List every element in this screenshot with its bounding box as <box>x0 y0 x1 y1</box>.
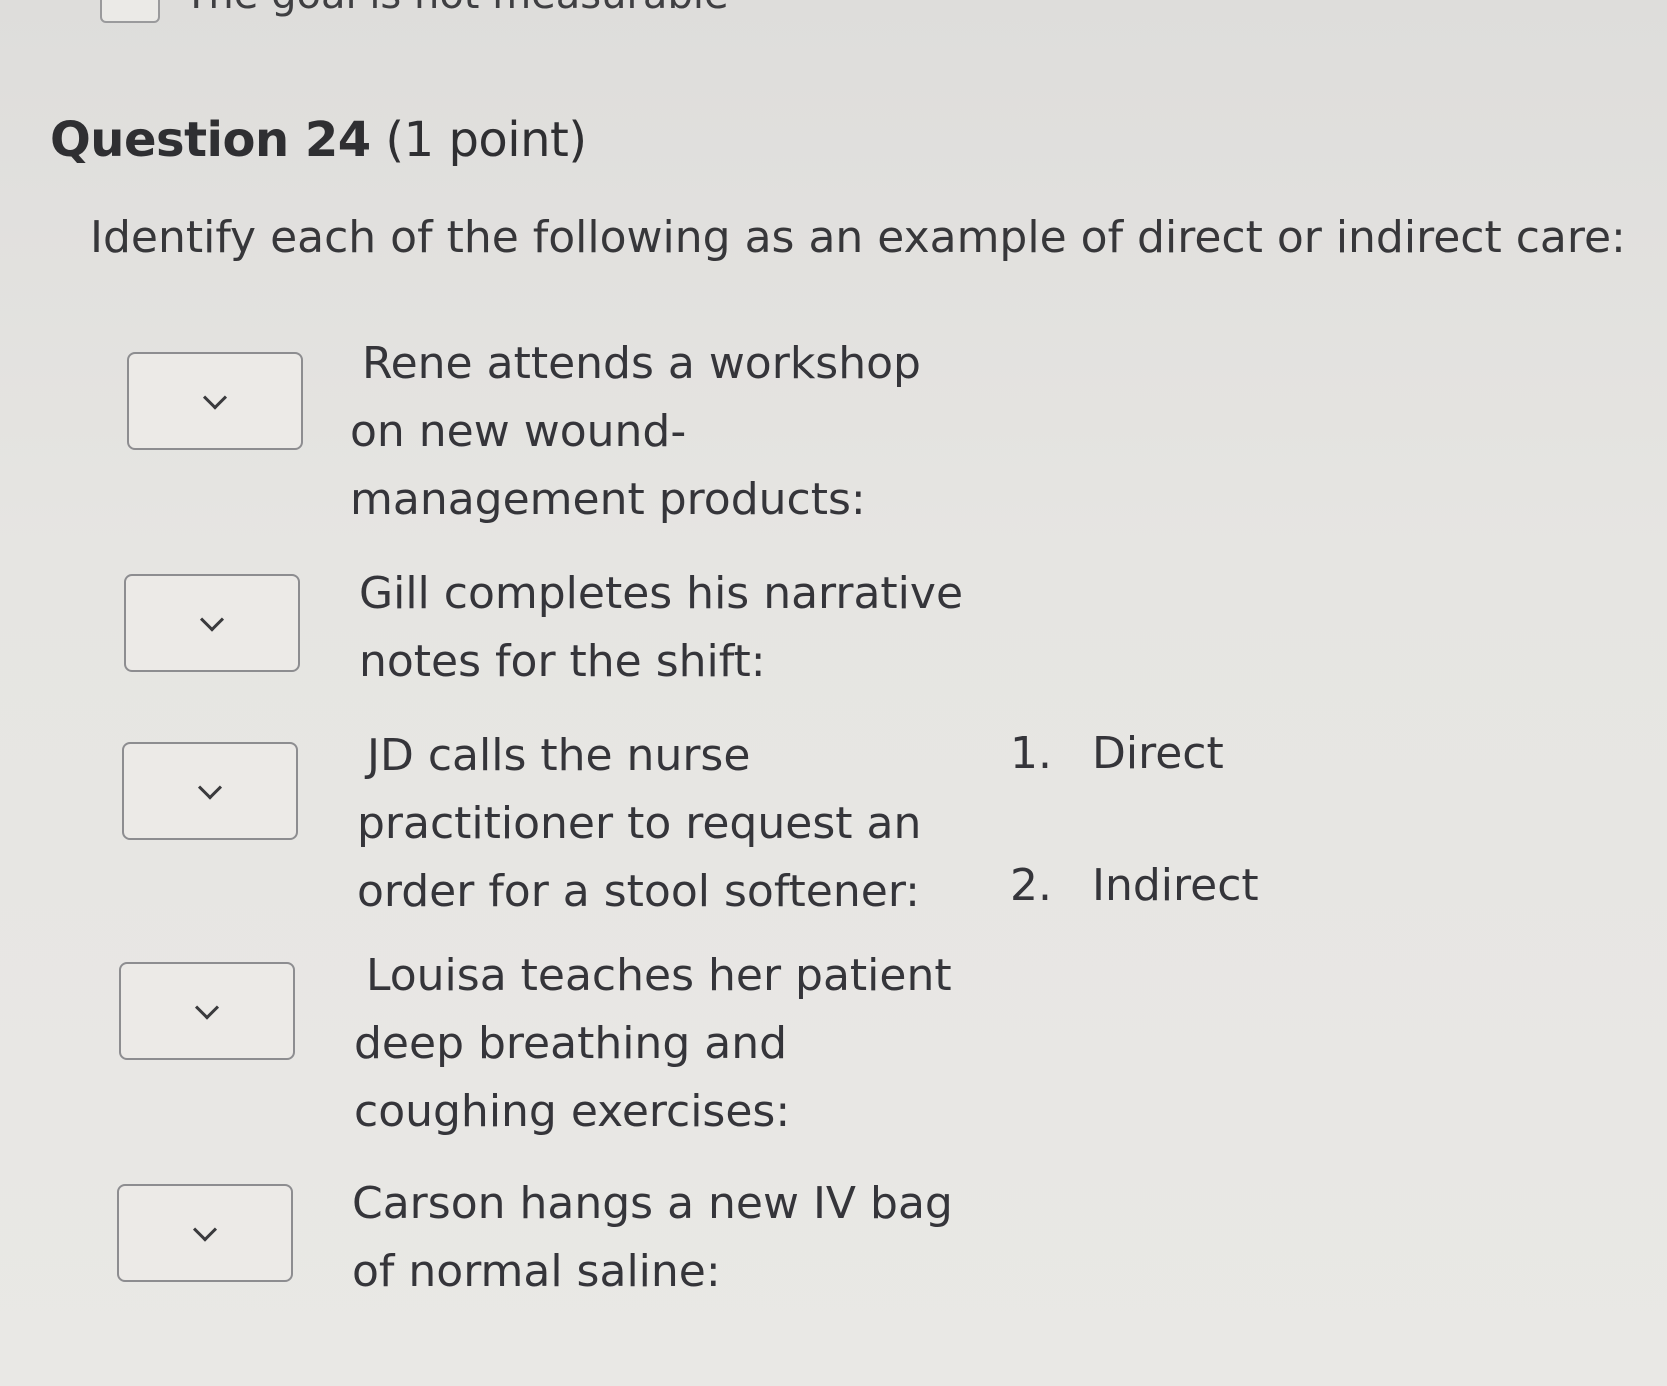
option-label: Indirect <box>1092 860 1259 911</box>
answer-option-indirect: 2. Indirect <box>1010 860 1259 992</box>
item-4-line-3: coughing exercises: <box>354 1086 791 1137</box>
chevron-down-icon <box>199 607 225 632</box>
option-number: 1. <box>1010 728 1052 779</box>
match-select-1[interactable] <box>127 352 303 450</box>
match-select-4[interactable] <box>119 962 295 1060</box>
match-select-3[interactable] <box>122 742 298 840</box>
question-number: Question 24 <box>50 112 371 168</box>
option-label: Direct <box>1092 728 1224 779</box>
question-prompt: Identify each of the following as an exa… <box>90 212 1626 263</box>
item-4-line-2: deep breathing and <box>354 1018 788 1069</box>
match-item-3-text: JD calls the nurse practitioner to reque… <box>357 722 921 926</box>
chevron-down-icon <box>192 1217 218 1242</box>
question-points: (1 point) <box>385 112 587 168</box>
item-3-line-3: order for a stool softener: <box>357 866 920 917</box>
item-1-line-1: Rene attends a workshop <box>362 338 921 389</box>
item-1-line-3: management products: <box>350 474 866 525</box>
previous-question-option[interactable]: The goal is not measurable <box>100 0 729 24</box>
previous-option-label: The goal is not measurable <box>184 0 729 18</box>
item-3-line-1: JD calls the nurse <box>367 730 751 781</box>
answer-option-direct: 1. Direct <box>1010 728 1259 860</box>
item-4-line-1: Louisa teaches her patient <box>366 950 952 1001</box>
chevron-down-icon <box>194 995 220 1020</box>
option-number: 2. <box>1010 860 1052 911</box>
chevron-down-icon <box>202 385 228 410</box>
item-2-line-2: notes for the shift: <box>359 636 766 687</box>
item-2-line-1: Gill completes his narrative <box>359 568 964 619</box>
answer-options-list: 1. Direct 2. Indirect <box>1010 728 1259 992</box>
match-item-1-text: Rene attends a workshop on new wound- ma… <box>350 330 921 534</box>
chevron-down-icon <box>197 775 223 800</box>
item-5-line-1: Carson hangs a new IV bag <box>352 1178 953 1229</box>
match-item-5-text: Carson hangs a new IV bag of normal sali… <box>352 1170 953 1306</box>
match-item-4-text: Louisa teaches her patient deep breathin… <box>354 942 952 1146</box>
match-select-2[interactable] <box>124 574 300 672</box>
item-3-line-2: practitioner to request an <box>357 798 922 849</box>
item-5-line-2: of normal saline: <box>352 1246 721 1297</box>
item-1-line-2: on new wound- <box>350 406 687 457</box>
question-title: Question 24 (1 point) <box>50 112 587 168</box>
match-select-5[interactable] <box>117 1184 293 1282</box>
match-item-2-text: Gill completes his narrative notes for t… <box>359 560 963 696</box>
previous-option-checkbox[interactable] <box>100 0 160 23</box>
